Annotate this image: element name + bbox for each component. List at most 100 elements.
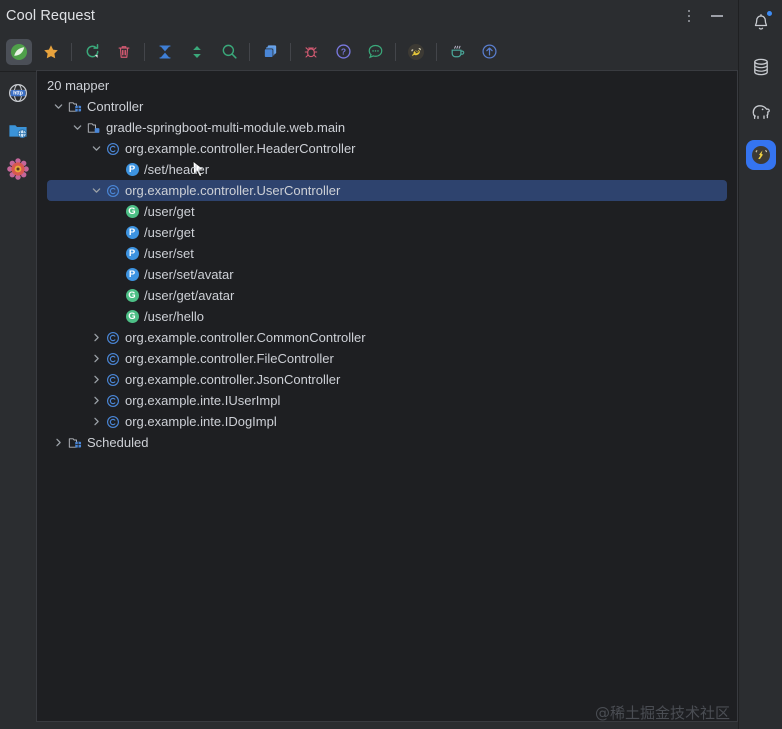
tree-node[interactable]: org.example.inte.IUserImpl bbox=[37, 390, 737, 411]
tree-node-label: /user/set bbox=[144, 246, 194, 261]
window-title: Cool Request bbox=[6, 8, 96, 24]
svg-text:http: http bbox=[13, 91, 23, 97]
tree-node[interactable]: org.example.controller.JsonController bbox=[37, 369, 737, 390]
tree-node[interactable]: Controller bbox=[37, 96, 737, 117]
refresh-icon[interactable] bbox=[79, 39, 105, 65]
source-folder-icon bbox=[85, 117, 103, 138]
tree-twisty-empty bbox=[108, 222, 123, 243]
tree-node-label: org.example.controller.FileController bbox=[125, 351, 334, 366]
tree-node[interactable]: G/user/get bbox=[37, 201, 737, 222]
class-icon bbox=[104, 180, 122, 201]
tree-node[interactable]: org.example.controller.FileController bbox=[37, 348, 737, 369]
tree-node[interactable]: gradle-springboot-multi-module.web.main bbox=[37, 117, 737, 138]
tree-node[interactable]: org.example.controller.HeaderController bbox=[37, 138, 737, 159]
post-badge: P bbox=[123, 159, 141, 180]
toolbar-separator bbox=[144, 42, 145, 61]
class-icon bbox=[104, 369, 122, 390]
bee-icon[interactable] bbox=[403, 39, 429, 65]
tree-node[interactable]: org.example.inte.IDogImpl bbox=[37, 411, 737, 432]
tree-node-label: Scheduled bbox=[87, 435, 149, 450]
tree-node[interactable]: P/user/set/avatar bbox=[37, 264, 737, 285]
tree-node[interactable]: Scheduled bbox=[37, 432, 737, 453]
get-badge: G bbox=[123, 285, 141, 306]
chat-icon[interactable] bbox=[362, 39, 388, 65]
chevron-right-icon[interactable] bbox=[89, 327, 104, 348]
chevron-down-icon[interactable] bbox=[51, 96, 66, 117]
chevron-right-icon[interactable] bbox=[51, 432, 66, 453]
minimize-icon[interactable] bbox=[704, 3, 730, 29]
right-rail bbox=[738, 0, 782, 729]
tree-node[interactable]: org.example.controller.CommonController bbox=[37, 327, 737, 348]
notifications-bell-icon[interactable] bbox=[746, 8, 776, 38]
folder-globe-icon[interactable] bbox=[5, 118, 31, 144]
get-badge: G bbox=[123, 201, 141, 222]
tree-node-label: Controller bbox=[87, 99, 144, 114]
chevron-right-icon[interactable] bbox=[89, 390, 104, 411]
tree-node-background bbox=[47, 96, 727, 117]
more-vertical-icon[interactable] bbox=[676, 3, 702, 29]
cool-request-tool-window: Cool Request ? http 20 mapper Controller… bbox=[0, 0, 782, 729]
coffee-icon[interactable] bbox=[444, 39, 470, 65]
toolbar-separator bbox=[395, 42, 396, 61]
search-icon[interactable] bbox=[216, 39, 242, 65]
tree-node-label: /set/header bbox=[144, 162, 210, 177]
post-badge: P bbox=[123, 222, 141, 243]
class-icon bbox=[104, 348, 122, 369]
tree-twisty-empty bbox=[108, 159, 123, 180]
tree-twisty-empty bbox=[108, 285, 123, 306]
post-badge: P bbox=[123, 243, 141, 264]
cool-request-icon[interactable] bbox=[745, 140, 776, 170]
tree-node[interactable]: G/user/hello bbox=[37, 306, 737, 327]
trash-icon[interactable] bbox=[111, 39, 137, 65]
class-icon bbox=[104, 327, 122, 348]
toolbar-separator bbox=[436, 42, 437, 61]
tree-header: 20 mapper bbox=[37, 75, 737, 96]
toolbar: ? bbox=[0, 32, 738, 72]
spring-leaf-icon[interactable] bbox=[6, 38, 32, 65]
tree-twisty-empty bbox=[108, 306, 123, 327]
collapse-all-icon[interactable] bbox=[152, 39, 178, 65]
tree-node[interactable]: P/user/set bbox=[37, 243, 737, 264]
upload-icon[interactable] bbox=[476, 39, 502, 65]
tree-node-label: gradle-springboot-multi-module.web.main bbox=[106, 120, 346, 135]
chevron-right-icon[interactable] bbox=[89, 369, 104, 390]
settings-gear-icon[interactable] bbox=[5, 156, 31, 182]
tree-node[interactable]: org.example.controller.UserController bbox=[37, 180, 737, 201]
expand-all-icon[interactable] bbox=[184, 39, 210, 65]
elephant-icon[interactable] bbox=[746, 96, 776, 126]
tree-node-label: org.example.controller.HeaderController bbox=[125, 141, 356, 156]
toolbar-separator bbox=[249, 42, 250, 61]
tree-node-label: /user/hello bbox=[144, 309, 204, 324]
tree-node-label: org.example.controller.UserController bbox=[125, 183, 341, 198]
left-rail: http bbox=[0, 72, 36, 729]
tree-node-label: org.example.controller.CommonController bbox=[125, 330, 366, 345]
request-tree-panel[interactable]: 20 mapper Controller gradle-springboot-mu… bbox=[36, 70, 738, 722]
bug-icon[interactable] bbox=[298, 39, 324, 65]
tree-node[interactable]: P/user/get bbox=[37, 222, 737, 243]
star-icon[interactable] bbox=[38, 39, 64, 65]
http-globe-icon[interactable]: http bbox=[5, 80, 31, 106]
notification-badge-dot bbox=[765, 10, 773, 17]
chevron-right-icon[interactable] bbox=[89, 411, 104, 432]
class-icon bbox=[104, 411, 122, 432]
chevron-down-icon[interactable] bbox=[89, 138, 104, 159]
request-tree: 20 mapper Controller gradle-springboot-mu… bbox=[37, 71, 737, 453]
chevron-right-icon[interactable] bbox=[89, 348, 104, 369]
tree-node-label: org.example.inte.IDogImpl bbox=[125, 414, 277, 429]
title-bar-actions bbox=[676, 3, 738, 29]
chevron-down-icon[interactable] bbox=[70, 117, 85, 138]
tree-node-label: org.example.controller.JsonController bbox=[125, 372, 341, 387]
tree-node[interactable]: P/set/header bbox=[37, 159, 737, 180]
tree-twisty-empty bbox=[108, 264, 123, 285]
toolbar-separator bbox=[290, 42, 291, 61]
database-icon[interactable] bbox=[746, 52, 776, 82]
module-folder-icon bbox=[66, 432, 84, 453]
tree-node-label: /user/set/avatar bbox=[144, 267, 234, 282]
help-icon[interactable]: ? bbox=[330, 39, 356, 65]
tree-node[interactable]: G/user/get/avatar bbox=[37, 285, 737, 306]
chevron-down-icon[interactable] bbox=[89, 180, 104, 201]
copy-icon[interactable] bbox=[257, 39, 283, 65]
class-icon bbox=[104, 138, 122, 159]
title-bar: Cool Request bbox=[0, 0, 738, 32]
tree-node-background bbox=[47, 432, 727, 453]
